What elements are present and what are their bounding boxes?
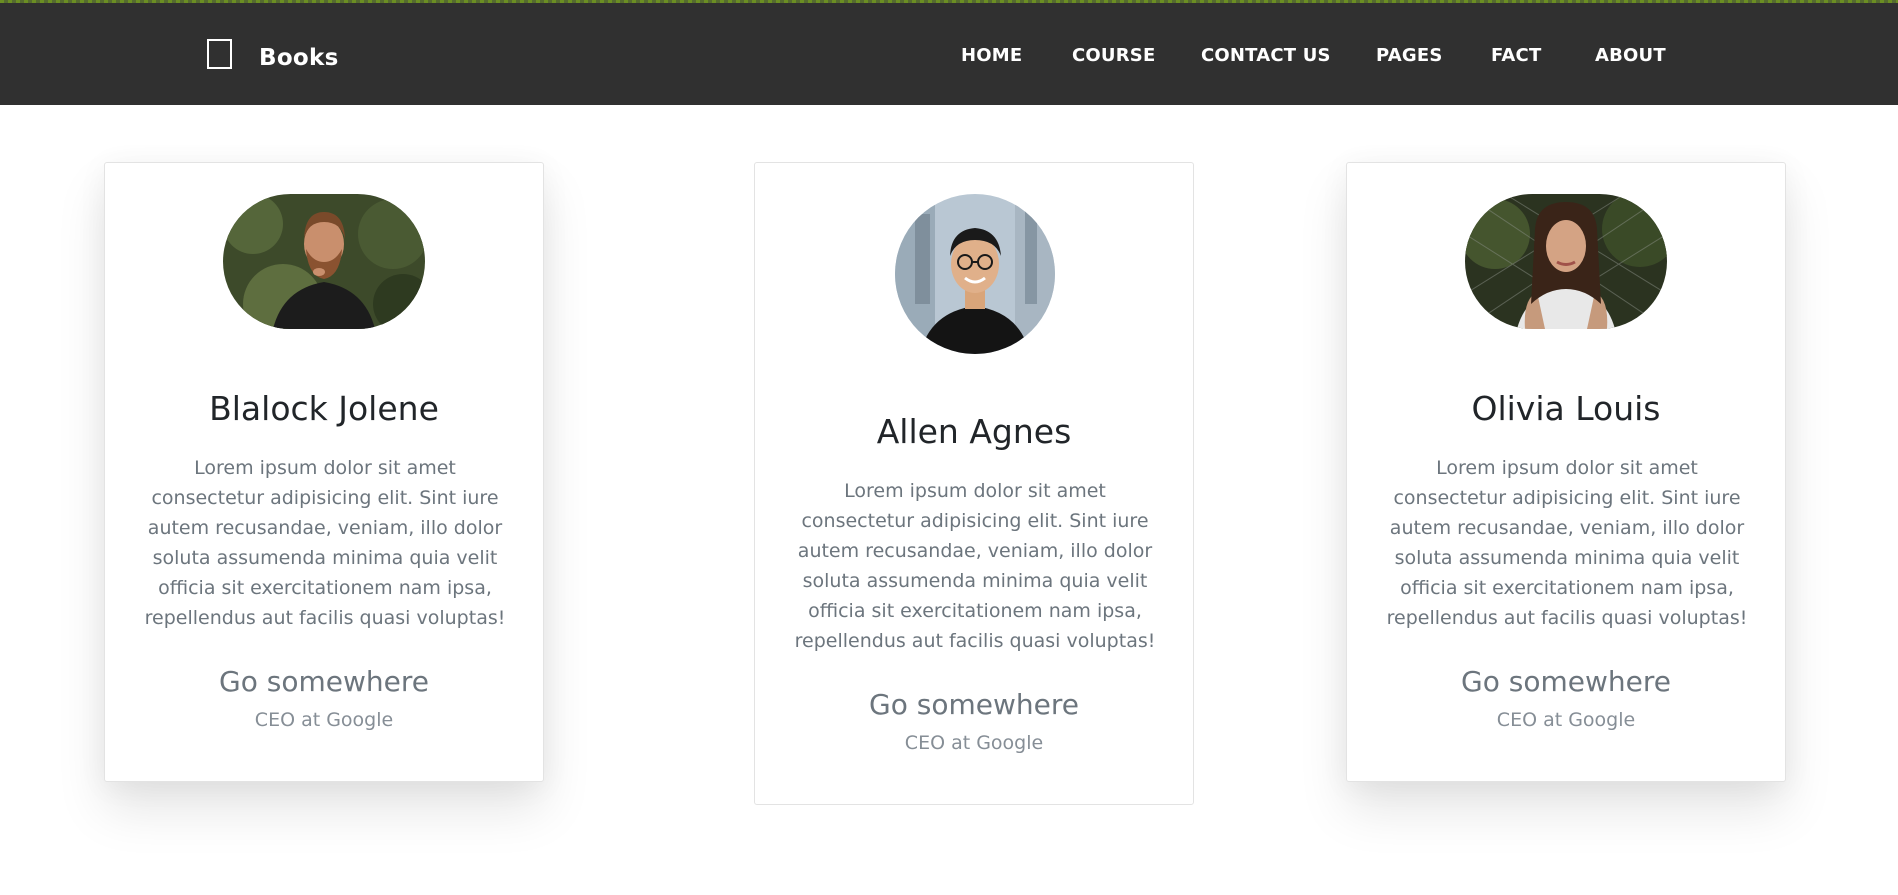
- nav-fact[interactable]: FACT: [1491, 45, 1541, 66]
- avatar: [223, 194, 425, 329]
- navbar: Books HOME COURSE CONTACT US PAGES FACT …: [0, 3, 1898, 105]
- brand-name[interactable]: Books: [259, 45, 339, 71]
- profile-card: Allen Agnes Lorem ipsum dolor sit amet c…: [754, 162, 1194, 805]
- profile-card: Blalock Jolene Lorem ipsum dolor sit ame…: [104, 162, 544, 782]
- card-name: Allen Agnes: [876, 412, 1072, 451]
- nav-pages[interactable]: PAGES: [1376, 45, 1443, 66]
- go-somewhere-link[interactable]: Go somewhere: [1347, 665, 1785, 698]
- profile-card: Olivia Louis Lorem ipsum dolor sit amet …: [1346, 162, 1786, 782]
- nav-home[interactable]: HOME: [961, 45, 1022, 66]
- nav-contact-us[interactable]: CONTACT US: [1201, 45, 1331, 66]
- book-icon[interactable]: [207, 39, 232, 69]
- card-role: CEO at Google: [254, 709, 394, 731]
- card-role: CEO at Google: [1496, 709, 1636, 731]
- nav-course[interactable]: COURSE: [1072, 45, 1155, 66]
- nav-about[interactable]: ABOUT: [1595, 45, 1666, 66]
- go-somewhere-link[interactable]: Go somewhere: [755, 688, 1193, 721]
- card-name: Blalock Jolene: [209, 389, 439, 428]
- card-description: Lorem ipsum dolor sit amet consectetur a…: [1386, 457, 1748, 629]
- go-somewhere-link[interactable]: Go somewhere: [105, 665, 543, 698]
- card-description: Lorem ipsum dolor sit amet consectetur a…: [794, 480, 1156, 652]
- card-description: Lorem ipsum dolor sit amet consectetur a…: [144, 457, 506, 629]
- card-name: Olivia Louis: [1471, 389, 1661, 428]
- card-role: CEO at Google: [904, 732, 1044, 754]
- avatar: [1465, 194, 1667, 329]
- avatar: [895, 194, 1055, 354]
